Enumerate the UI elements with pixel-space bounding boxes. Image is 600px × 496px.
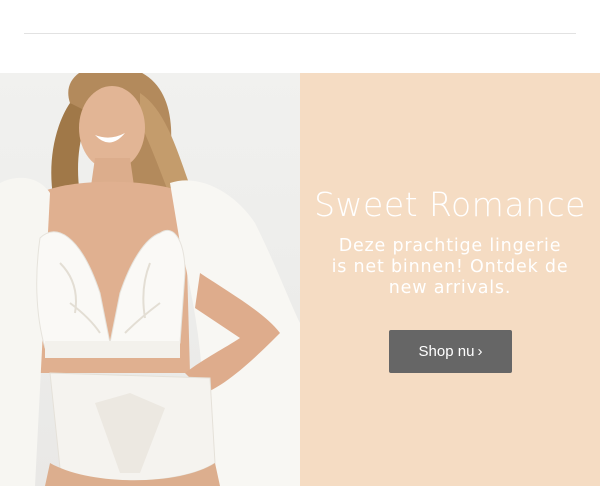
top-divider (24, 33, 576, 34)
promo-title: Sweet Romance (314, 185, 586, 224)
promo-banner[interactable]: Sweet Romance Deze prachtige lingerie is… (0, 73, 600, 486)
promo-panel: Sweet Romance Deze prachtige lingerie is… (300, 73, 600, 486)
chevron-right-icon: › (477, 343, 483, 360)
promo-subtitle: Deze prachtige lingerie is net binnen! O… (331, 236, 569, 298)
shop-now-button[interactable]: Shop nu › (389, 330, 512, 373)
email-page: Sweet Romance Deze prachtige lingerie is… (0, 0, 600, 496)
model-illustration (0, 73, 300, 486)
lingerie-model-photo[interactable] (0, 73, 300, 486)
shop-now-label: Shop nu (418, 343, 475, 360)
